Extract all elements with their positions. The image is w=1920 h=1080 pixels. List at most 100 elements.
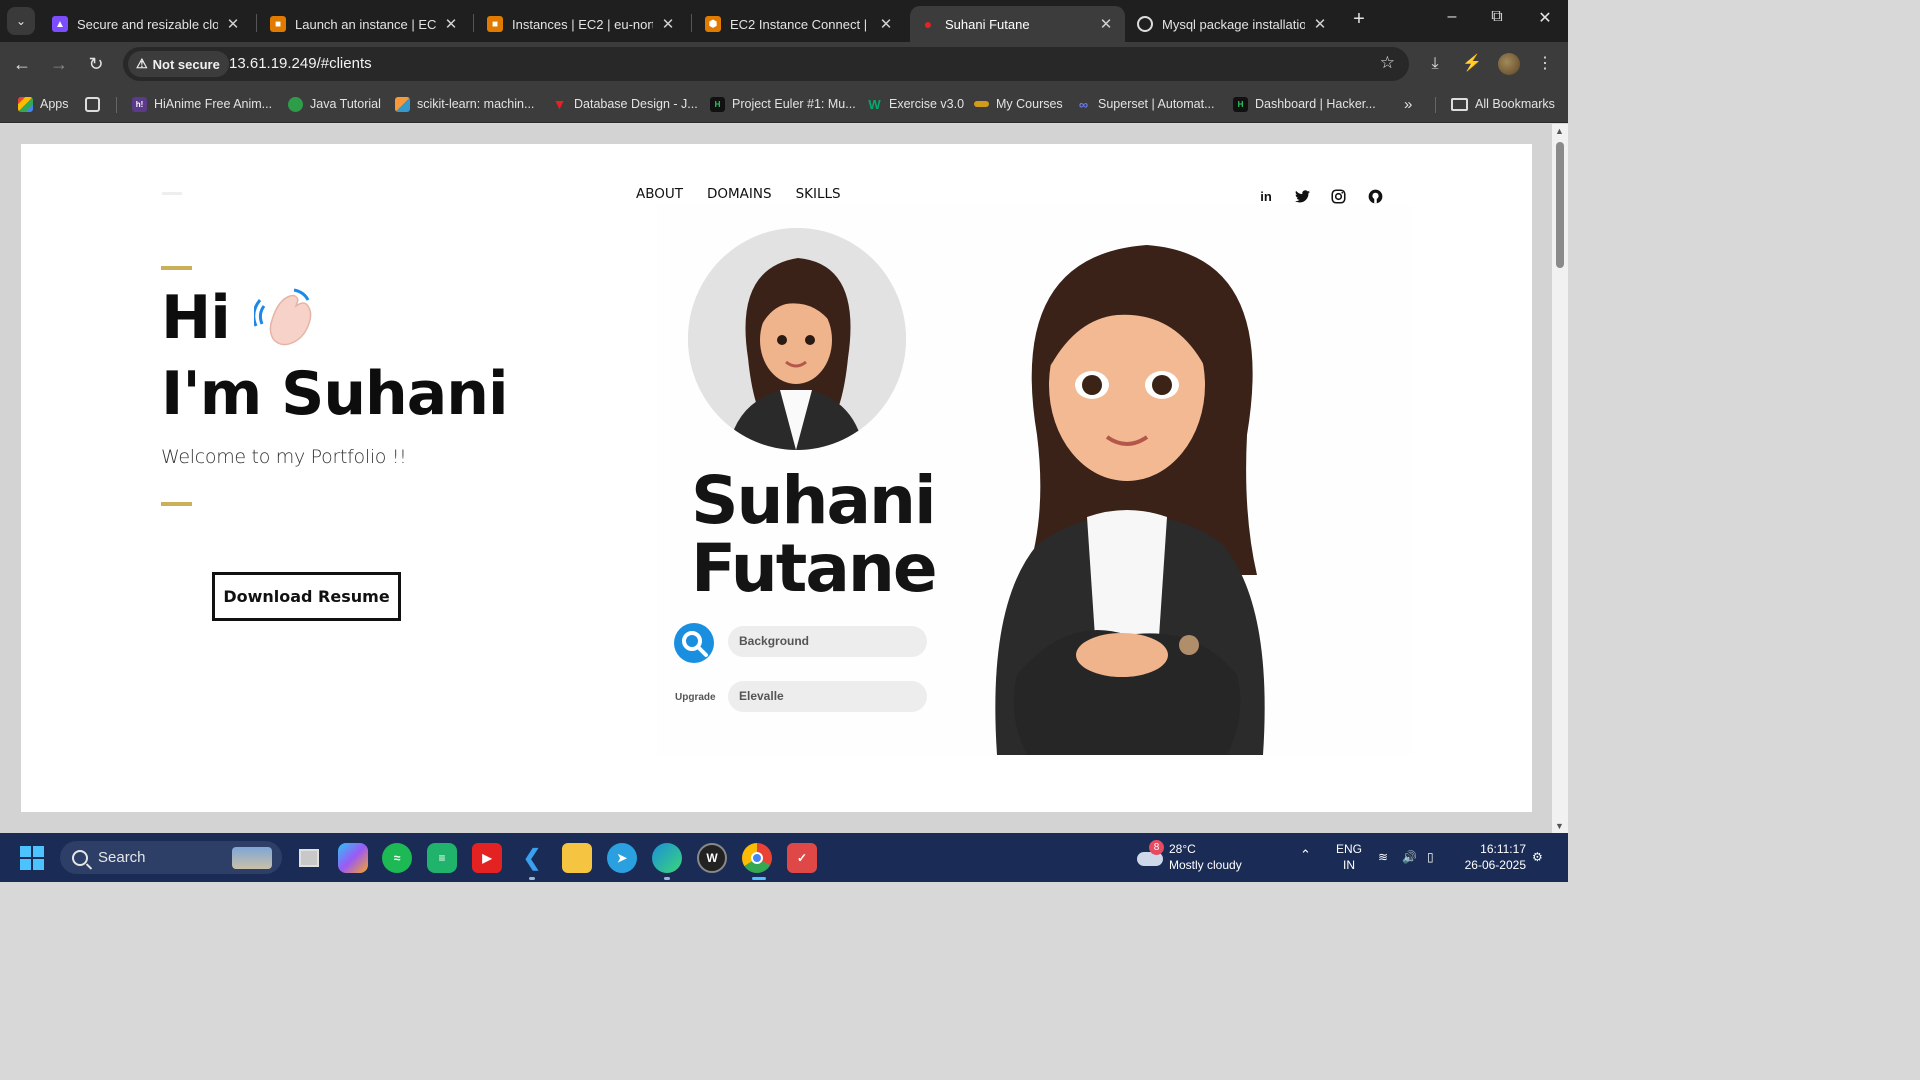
weather-icon[interactable]: 8 <box>1137 840 1164 868</box>
copilot-icon[interactable] <box>338 843 368 873</box>
windows-taskbar: Search ≈ ≡ ▶ ❮ ➤ W ✓ 8 28°C Mostly cloud… <box>0 833 1568 882</box>
close-icon[interactable]: ✕ <box>442 15 460 33</box>
avatar[interactable] <box>1498 53 1520 75</box>
tab-strip: ⌄ ▲ Secure and resizable cloud ✕ ■ Launc… <box>0 0 1568 42</box>
download-icon[interactable]: ⤓ <box>1422 52 1448 78</box>
nav-skills[interactable]: SKILLS <box>796 186 841 202</box>
extension-icon[interactable]: ⚡ <box>1459 52 1485 78</box>
close-window-button[interactable]: ✕ <box>1530 8 1560 28</box>
youtube-icon[interactable]: ▶ <box>472 843 502 873</box>
taskbar-search[interactable]: Search <box>60 841 282 874</box>
search-icon <box>72 849 88 866</box>
tab[interactable]: ■ Instances | EC2 | eu-north- ✕ <box>477 6 687 42</box>
bookmark-item[interactable]: ∞ Superset | Automat... <box>1076 94 1215 114</box>
bookmark-item[interactable]: h! HiAnime Free Anim... <box>132 94 272 114</box>
start-button[interactable] <box>20 846 44 870</box>
minimize-button[interactable]: – <box>1437 8 1467 26</box>
waving-hand-icon <box>252 286 322 362</box>
weather-widget[interactable]: 28°C Mostly cloudy <box>1169 841 1242 873</box>
todo-icon[interactable]: ✓ <box>787 843 817 873</box>
bookmark-item[interactable]: ▼ Database Design - J... <box>552 94 698 114</box>
restore-icon: ⧉ <box>1491 8 1503 25</box>
search-icon <box>674 623 714 663</box>
edge-icon[interactable] <box>652 843 682 873</box>
address-bar[interactable]: ⚠ Not secure 13.61.19.249/#clients ☆ <box>123 47 1409 81</box>
bookmarks-bar: Apps h! HiAnime Free Anim... Java Tutori… <box>0 86 1568 123</box>
plus-icon: + <box>1353 8 1365 30</box>
restore-button[interactable]: ⧉ <box>1482 8 1512 26</box>
aws-icon: ■ <box>487 16 503 32</box>
tab[interactable]: Mysql package installation ✕ <box>1127 6 1339 42</box>
tab[interactable]: ▲ Secure and resizable cloud ✕ <box>42 6 252 42</box>
vscode-icon[interactable]: ❮ <box>517 843 547 873</box>
bookmark-item[interactable]: W Exercise v3.0 <box>867 94 964 114</box>
menu-icon[interactable]: ⋮ <box>1532 52 1558 78</box>
search-highlight-icon <box>232 846 272 869</box>
language-indicator[interactable]: ENG IN <box>1334 841 1364 873</box>
bookmark-star-icon[interactable]: ☆ <box>1380 53 1395 73</box>
telegram-icon[interactable]: ➤ <box>607 843 637 873</box>
instagram-icon[interactable] <box>1328 186 1348 206</box>
new-tab-button[interactable]: + <box>1347 8 1371 32</box>
nav-about[interactable]: ABOUT <box>636 186 683 202</box>
site-info-button[interactable]: ⚠ Not secure <box>128 51 229 77</box>
spotify-icon[interactable]: ≈ <box>382 843 412 873</box>
hero-pill: Elevalle <box>728 681 927 712</box>
volume-icon[interactable]: 🔊 <box>1402 849 1417 865</box>
clock[interactable]: 16:11:17 26-06-2025 <box>1460 841 1526 873</box>
download-resume-button[interactable]: Download Resume <box>212 572 401 621</box>
bookmark-apps[interactable]: Apps <box>18 94 69 114</box>
accent-bar <box>161 266 192 270</box>
chrome-icon[interactable] <box>742 843 772 873</box>
hackerrank-icon: H <box>710 96 725 112</box>
hex-icon: ⬢ <box>705 16 721 32</box>
file-explorer-icon[interactable] <box>562 843 592 873</box>
wordpress-icon[interactable]: W <box>697 843 727 873</box>
arrow-right-icon: → <box>50 54 68 74</box>
bookmarks-overflow-button[interactable]: » <box>1404 94 1412 114</box>
close-icon[interactable]: ✕ <box>877 15 895 33</box>
close-icon[interactable]: ✕ <box>659 15 677 33</box>
scroll-thumb[interactable] <box>1556 142 1564 268</box>
bookmark-item[interactable]: My Courses <box>974 94 1063 114</box>
app-icon[interactable]: ≡ <box>427 843 457 873</box>
drop-icon: ● <box>923 16 933 32</box>
reload-button[interactable]: ↻ <box>83 52 109 78</box>
folder-icon <box>1451 97 1468 111</box>
github-icon[interactable] <box>1365 186 1385 206</box>
wifi-icon[interactable]: ≋ <box>1378 849 1388 865</box>
twitter-icon[interactable] <box>1292 186 1312 206</box>
close-icon[interactable]: ✕ <box>224 15 242 33</box>
tab-groups-button[interactable] <box>85 94 107 114</box>
battery-icon[interactable]: ▯ <box>1427 849 1434 865</box>
hianime-icon: h! <box>132 96 147 112</box>
bookmark-item[interactable]: H Project Euler #1: Mu... <box>710 94 856 114</box>
nav-domains[interactable]: DOMAINS <box>707 186 772 202</box>
w3-icon: W <box>868 96 881 112</box>
bookmark-item[interactable]: H Dashboard | Hacker... <box>1233 94 1376 114</box>
tab[interactable]: ⬢ EC2 Instance Connect | eu- ✕ <box>695 6 905 42</box>
task-view-icon[interactable] <box>294 843 324 873</box>
scroll-up-icon[interactable]: ▲ <box>1555 126 1564 136</box>
accent-bar <box>161 502 192 506</box>
tab-active[interactable]: ● Suhani Futane ✕ <box>910 6 1125 42</box>
back-button[interactable]: ← <box>9 52 35 78</box>
tab-search-button[interactable]: ⌄ <box>7 7 35 35</box>
notification-icon[interactable]: ⚙ <box>1532 849 1543 865</box>
close-icon[interactable]: ✕ <box>1311 15 1329 33</box>
url-text[interactable]: 13.61.19.249/#clients <box>229 55 372 72</box>
bookmark-item[interactable]: Java Tutorial <box>288 94 381 114</box>
db-icon: ▼ <box>552 96 567 112</box>
all-bookmarks-button[interactable]: All Bookmarks <box>1451 94 1555 114</box>
minimize-icon: – <box>1447 8 1457 25</box>
forward-button[interactable]: → <box>46 52 72 78</box>
chevron-up-icon[interactable]: ⌃ <box>1300 847 1311 863</box>
hero-pill: Background <box>728 626 927 657</box>
bookmark-item[interactable]: scikit-learn: machin... <box>395 94 534 114</box>
tab[interactable]: ■ Launch an instance | EC2 | ✕ <box>260 6 470 42</box>
page-scrollbar[interactable]: ▲ ▼ <box>1552 124 1568 833</box>
close-icon[interactable]: ✕ <box>1097 15 1115 33</box>
scroll-down-icon[interactable]: ▼ <box>1555 821 1564 831</box>
logo-placeholder[interactable] <box>162 192 182 195</box>
linkedin-icon[interactable]: in <box>1256 186 1276 206</box>
